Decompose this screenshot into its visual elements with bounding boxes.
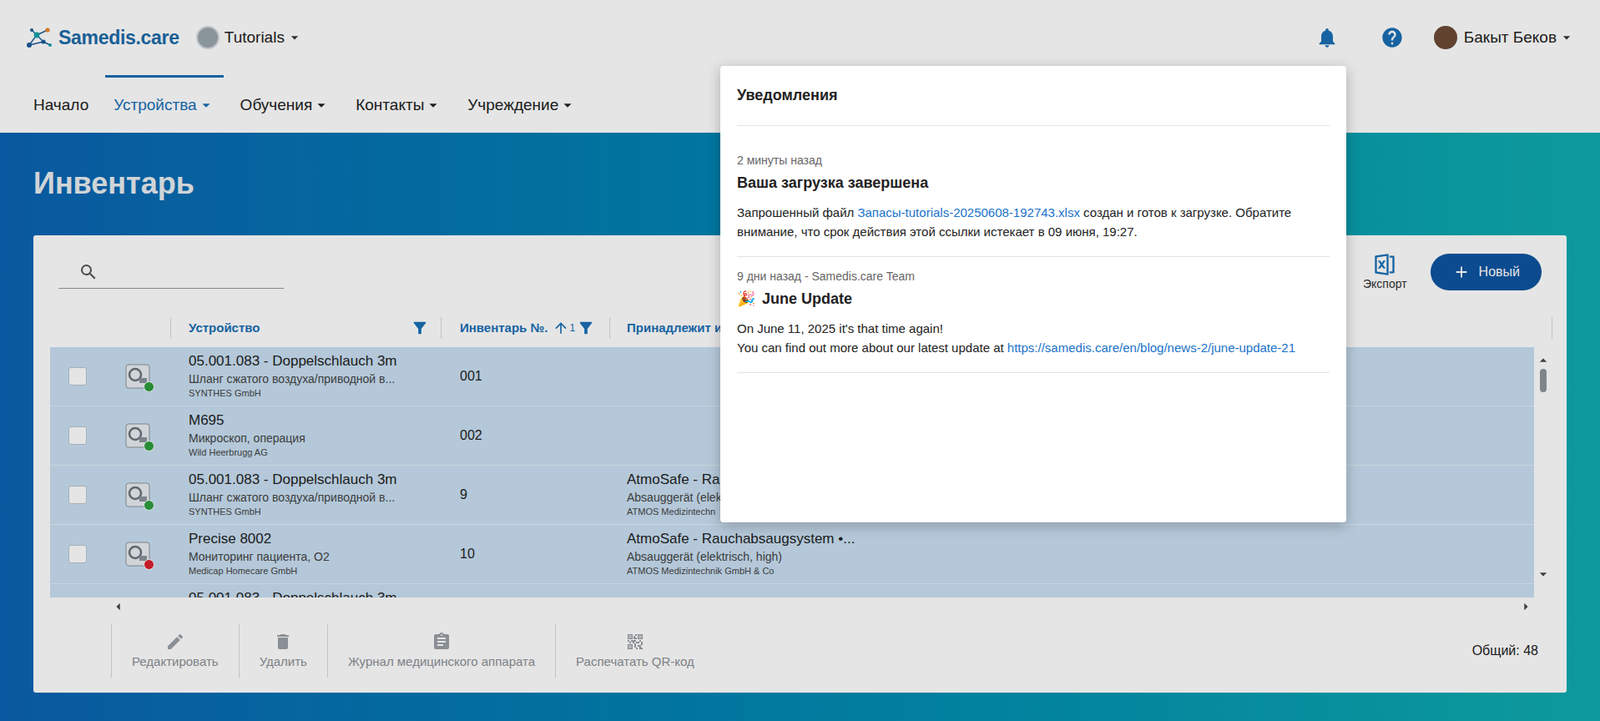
- party-icon: 🎉: [736, 288, 756, 309]
- notification-time: 9 дни назад - Samedis.care Team: [736, 268, 1330, 284]
- notification-text: On June 11, 2025 it's that time again!: [736, 318, 1330, 339]
- notification-text: Запрошенный файл Запасы-tutorials-202506…: [736, 202, 1330, 242]
- notification-title: Ваша загрузка завершена: [736, 172, 1330, 193]
- notification-text: You can find out more about our latest u…: [736, 338, 1330, 358]
- notifications-panel: Уведомления 2 минуты назад Ваша загрузка з…: [720, 65, 1347, 523]
- notification-time: 2 минуты назад: [736, 152, 1330, 168]
- notification-item[interactable]: 2 минуты назад Ваша загрузка завершена Зап…: [736, 152, 1330, 258]
- notification-link[interactable]: https://samedis.care/en/blog/news-2/june…: [1007, 340, 1296, 355]
- notification-link[interactable]: Запасы-tutorials-20250608-192743.xlsx: [857, 205, 1080, 220]
- app: Samedis.careTutorialsБакыт БековНачалоУс…: [0, 0, 1600, 721]
- notifications-title: Уведомления: [736, 84, 838, 107]
- notification-item[interactable]: 9 дни назад - Samedis.care Team 🎉June Upd…: [736, 257, 1330, 374]
- notification-title: 🎉June Update: [736, 288, 1330, 309]
